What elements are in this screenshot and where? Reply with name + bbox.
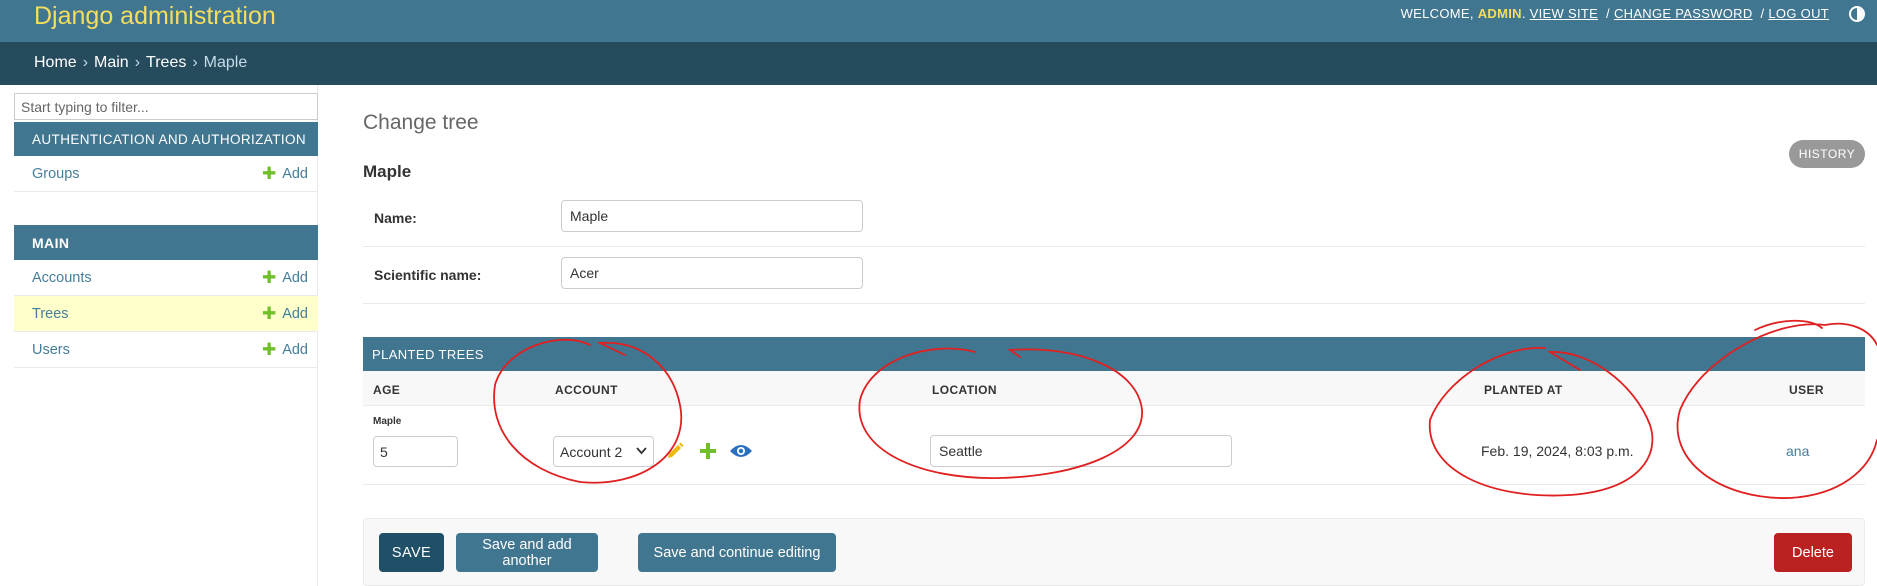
column-header-account: ACCOUNT <box>555 383 618 397</box>
delete-button[interactable]: Delete <box>1774 533 1852 572</box>
page-title: Change tree <box>363 111 479 134</box>
column-header-location: LOCATION <box>932 383 997 397</box>
breadcrumb-separator: › <box>192 54 198 71</box>
collapse-sidebar-icon[interactable]: « <box>0 581 10 586</box>
module-caption-auth[interactable]: AUTHENTICATION AND AUTHORIZATION <box>14 122 318 156</box>
field-row-scientific-name: Scientific name: <box>363 247 1865 304</box>
user-link[interactable]: ana <box>1786 443 1809 459</box>
field-row-name: Name: <box>363 190 1865 247</box>
column-header-age: AGE <box>373 383 401 397</box>
breadcrumb-model[interactable]: Trees <box>146 54 186 71</box>
history-button[interactable]: HISTORY <box>1789 140 1865 168</box>
sidebar-item-label[interactable]: Trees <box>32 306 69 322</box>
age-input[interactable] <box>373 436 458 467</box>
table-row: Maple Account 2 Feb. 19, 2024, 8:03 p.m.… <box>363 406 1865 485</box>
sidebar-item-groups: Groups ✚ Add <box>14 156 318 192</box>
theme-toggle-icon[interactable] <box>1849 6 1865 22</box>
separator: / <box>1606 6 1610 21</box>
add-accounts-link[interactable]: ✚ Add <box>262 269 308 286</box>
sidebar-item-users: Users ✚ Add <box>14 332 318 368</box>
chevron-down-icon <box>636 446 647 458</box>
breadcrumb: Home › Main › Trees › Maple <box>0 42 1877 85</box>
plus-icon: ✚ <box>261 304 277 323</box>
sidebar-item-label[interactable]: Groups <box>32 166 80 182</box>
sidebar-item-accounts: Accounts ✚ Add <box>14 260 318 296</box>
sidebar-item-trees: Trees ✚ Add <box>14 296 318 332</box>
header: Django administration WELCOME, ADMIN. VI… <box>0 0 1877 42</box>
plus-icon: ✚ <box>261 268 277 287</box>
site-branding[interactable]: Django administration <box>34 2 276 31</box>
location-input[interactable] <box>930 435 1232 467</box>
breadcrumb-separator: › <box>82 54 89 71</box>
name-label: Name: <box>374 210 417 226</box>
change-password-link[interactable]: CHANGE PASSWORD <box>1614 6 1753 21</box>
log-out-link[interactable]: LOG OUT <box>1768 6 1829 21</box>
plus-icon: ✚ <box>261 340 277 359</box>
user-tools: WELCOME, ADMIN. VIEW SITE / CHANGE PASSWO… <box>1400 6 1829 21</box>
account-select[interactable]: Account 2 <box>553 436 654 467</box>
save-and-add-another-button[interactable]: Save and add another <box>456 533 598 572</box>
submit-row: SAVE Save and add another Save and conti… <box>363 518 1865 586</box>
nav-sidebar: AUTHENTICATION AND AUTHORIZATION Groups … <box>0 85 318 586</box>
add-trees-link[interactable]: ✚ Add <box>262 305 308 322</box>
eye-icon[interactable] <box>729 439 753 463</box>
add-label: Add <box>282 341 308 358</box>
object-heading: Maple <box>363 162 412 181</box>
view-site-link[interactable]: VIEW SITE <box>1530 6 1598 21</box>
sidebar-item-label[interactable]: Accounts <box>32 270 92 286</box>
inline-table-header: AGE ACCOUNT LOCATION PLANTED AT USER <box>363 371 1865 406</box>
account-selected-value: Account 2 <box>560 443 623 460</box>
scientific-name-label: Scientific name: <box>374 267 482 283</box>
nav-filter-input[interactable] <box>14 93 318 120</box>
add-groups-link[interactable]: ✚ Add <box>262 165 308 182</box>
add-label: Add <box>282 165 308 182</box>
module-caption-main[interactable]: MAIN <box>14 225 318 260</box>
plus-icon: ✚ <box>261 164 277 183</box>
pencil-icon[interactable] <box>663 439 687 463</box>
inline-caption: PLANTED TREES <box>363 337 1865 371</box>
separator: / <box>1760 6 1765 21</box>
plus-icon[interactable] <box>696 439 720 463</box>
add-label: Add <box>282 269 308 286</box>
planted-at-value: Feb. 19, 2024, 8:03 p.m. <box>1481 443 1634 459</box>
add-users-link[interactable]: ✚ Add <box>262 341 308 358</box>
breadcrumb-separator: › <box>134 54 141 71</box>
column-header-user: USER <box>1789 383 1824 397</box>
sidebar-item-label[interactable]: Users <box>32 342 70 358</box>
username: ADMIN <box>1477 6 1522 21</box>
column-header-planted-at: PLANTED AT <box>1484 383 1563 397</box>
add-label: Add <box>282 305 308 322</box>
breadcrumb-home[interactable]: Home <box>34 54 77 71</box>
save-button[interactable]: SAVE <box>379 533 444 572</box>
inline-original: Maple <box>373 416 402 427</box>
breadcrumb-current: Maple <box>203 54 248 71</box>
save-and-continue-button[interactable]: Save and continue editing <box>638 533 836 572</box>
name-input[interactable] <box>561 200 863 232</box>
scientific-name-input[interactable] <box>561 257 863 289</box>
welcome-text: WELCOME, <box>1400 6 1474 21</box>
breadcrumb-app[interactable]: Main <box>94 54 129 71</box>
